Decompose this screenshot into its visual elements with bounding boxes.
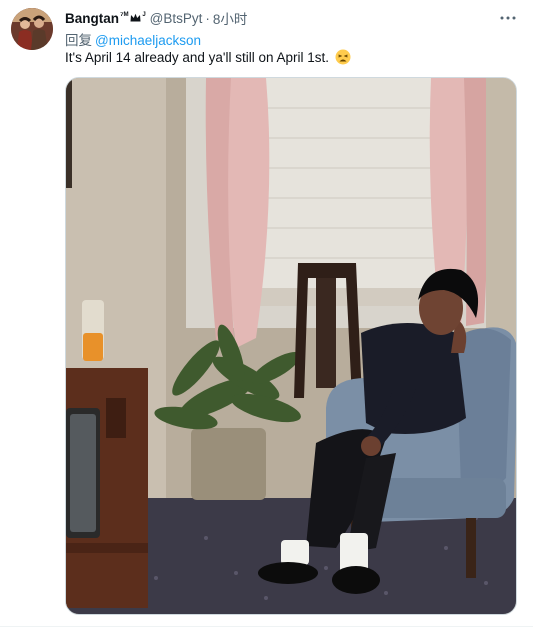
reply-mention-link[interactable]: @michaeljackson [95, 33, 201, 48]
display-name-suffix: ⁷ᴹ [120, 10, 129, 20]
user-handle[interactable]: @BtsPyt [150, 11, 203, 26]
display-name[interactable]: Bangtan [65, 11, 119, 26]
avatar[interactable] [11, 8, 53, 50]
separator-dot: · [205, 10, 210, 26]
reply-prefix: 回复 [65, 33, 92, 48]
reply-context: 回复 @michaeljackson [65, 29, 201, 49]
more-horizontal-icon[interactable] [499, 9, 517, 27]
tweet-header: Bangtan ⁷ᴹ ᴶ @BtsPyt · 8小时 [65, 9, 247, 27]
tweet-text: It's April 14 already and ya'll still on… [65, 49, 351, 65]
tweet-body: It's April 14 already and ya'll still on… [65, 49, 330, 65]
crown-icon [130, 13, 141, 23]
tweet-photo[interactable] [65, 77, 517, 615]
weary-face-emoji [335, 49, 351, 65]
display-name-suffix-2: ᴶ [142, 10, 146, 20]
tweet-timestamp[interactable]: 8小时 [213, 8, 248, 28]
tweet[interactable]: Bangtan ⁷ᴹ ᴶ @BtsPyt · 8小时 回复 @michaeljac… [0, 0, 533, 627]
